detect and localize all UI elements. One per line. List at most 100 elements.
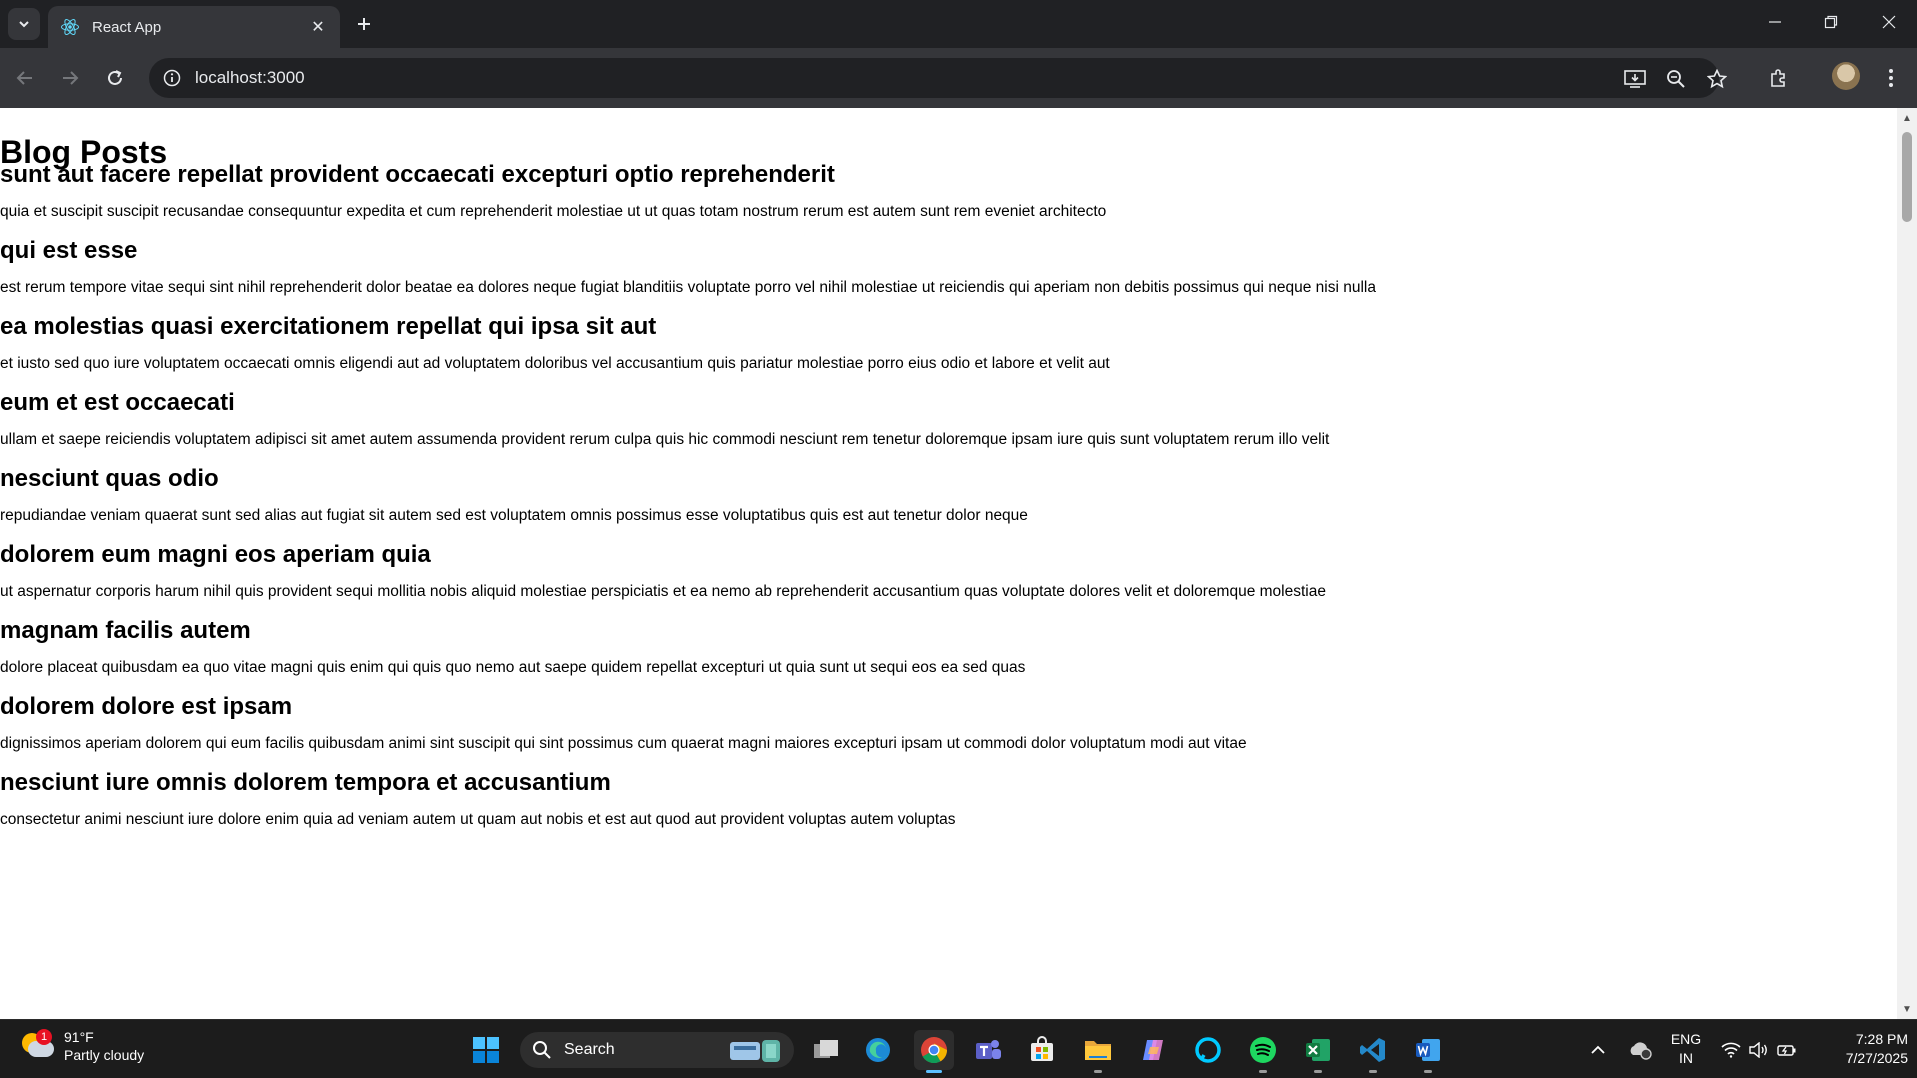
teams-icon xyxy=(976,1040,1001,1059)
zoom-icon[interactable] xyxy=(1664,67,1688,91)
close-icon xyxy=(1882,15,1896,29)
microsoft-store-icon xyxy=(1031,1036,1053,1061)
post-title: magnam facilis autem xyxy=(0,617,251,644)
taskbar-vscode[interactable] xyxy=(1353,1030,1393,1073)
weather-temperature: 91°F xyxy=(64,1029,94,1045)
taskbar-edge[interactable] xyxy=(858,1030,898,1070)
taskbar-excel[interactable] xyxy=(1298,1030,1338,1073)
start-button[interactable] xyxy=(466,1030,506,1070)
minimize-icon xyxy=(1769,21,1781,23)
taskbar-copilot[interactable] xyxy=(1133,1030,1173,1070)
clock-date: 7/27/2025 xyxy=(1845,1050,1908,1066)
reload-icon xyxy=(108,70,122,85)
tab-search-button[interactable] xyxy=(8,8,40,40)
taskbar-chrome[interactable] xyxy=(914,1030,954,1073)
post-title: dolorem dolore est ipsam xyxy=(0,693,293,720)
extensions-button[interactable] xyxy=(1763,62,1795,94)
language-code: ENG xyxy=(1670,1031,1702,1047)
scrollbar-thumb[interactable] xyxy=(1902,132,1912,222)
post-body: est rerum tempore vitae sequi sint nihil… xyxy=(0,279,1376,296)
cloud-sync-icon xyxy=(1630,1042,1652,1060)
post-body: quia et suscipit suscipit recusandae con… xyxy=(0,203,1107,220)
restore-icon xyxy=(1824,15,1838,29)
weather-condition: Partly cloudy xyxy=(64,1047,145,1063)
post-title: dolorem eum magni eos aperiam quia xyxy=(0,541,431,568)
wifi-icon xyxy=(1721,1042,1741,1058)
post-title: nesciunt iure omnis dolorem tempora et a… xyxy=(0,769,611,796)
install-app-icon[interactable] xyxy=(1623,67,1647,91)
clock-time: 7:28 PM xyxy=(1855,1031,1908,1047)
task-view-button[interactable] xyxy=(806,1030,846,1070)
tab-close-icon[interactable]: ✕ xyxy=(308,17,328,37)
excel-icon xyxy=(1306,1039,1330,1061)
more-vertical-icon xyxy=(1889,69,1893,87)
page-scrollbar[interactable]: ▲ ▼ xyxy=(1897,108,1917,1019)
close-window-button[interactable] xyxy=(1869,6,1909,38)
taskbar-file-explorer[interactable] xyxy=(1078,1030,1118,1073)
taskbar-teams[interactable] xyxy=(968,1030,1008,1070)
post-title: sunt aut facere repellat provident occae… xyxy=(0,161,835,188)
tab-title: React App xyxy=(92,18,162,36)
system-clock[interactable]: 7:28 PM 7/27/2025 xyxy=(1812,1030,1908,1068)
tab-strip: React App ✕ xyxy=(0,0,1917,48)
arrow-left-icon xyxy=(16,71,32,85)
weather-widget[interactable]: 1 91°F Partly cloudy xyxy=(20,1028,144,1064)
profile-avatar[interactable] xyxy=(1832,62,1860,90)
post-body: consectetur animi nesciunt iure dolore e… xyxy=(0,811,956,828)
browser-toolbar: localhost:3000 xyxy=(0,48,1917,108)
post-body: dignissimos aperiam dolorem qui eum faci… xyxy=(0,735,1247,752)
taskbar-alexa[interactable] xyxy=(1188,1030,1228,1070)
reload-button[interactable] xyxy=(99,62,131,94)
bookmark-star-icon[interactable] xyxy=(1705,67,1729,91)
search-label: Search xyxy=(564,1041,615,1058)
new-tab-button[interactable] xyxy=(350,10,378,38)
windows-taskbar: 1 91°F Partly cloudy Search ENG IN 7:28 … xyxy=(0,1019,1917,1078)
scroll-up-arrow-icon[interactable]: ▲ xyxy=(1901,112,1913,124)
show-hidden-icons-button[interactable] xyxy=(1578,1030,1618,1070)
weather-badge: 1 xyxy=(36,1029,52,1045)
post-title: nesciunt quas odio xyxy=(0,465,219,492)
battery-charging-icon xyxy=(1777,1045,1796,1056)
url-text[interactable]: localhost:3000 xyxy=(195,68,305,88)
vscode-icon xyxy=(1360,1038,1385,1062)
taskbar-spotify[interactable] xyxy=(1243,1030,1283,1073)
taskbar-word[interactable] xyxy=(1408,1030,1448,1073)
chrome-icon xyxy=(921,1037,948,1064)
folder-icon xyxy=(1085,1041,1111,1060)
language-region: IN xyxy=(1679,1050,1693,1066)
copilot-icon xyxy=(1143,1040,1163,1060)
back-button[interactable] xyxy=(9,62,41,94)
post-title: eum et est occaecati xyxy=(0,389,235,416)
word-icon xyxy=(1416,1039,1440,1061)
post-body: et iusto sed quo iure voluptatem occaeca… xyxy=(0,355,1110,372)
spotify-icon xyxy=(1250,1037,1276,1063)
chevron-up-icon xyxy=(1591,1045,1605,1054)
page-viewport: Blog Posts sunt aut facere repellat prov… xyxy=(0,108,1917,1019)
scroll-down-arrow-icon[interactable]: ▼ xyxy=(1901,1003,1913,1015)
browser-menu-button[interactable] xyxy=(1875,62,1907,94)
windows-logo-icon xyxy=(473,1037,499,1063)
quick-settings-button[interactable] xyxy=(1714,1030,1804,1070)
post-title: qui est esse xyxy=(0,237,138,264)
language-indicator[interactable]: ENG IN xyxy=(1670,1030,1702,1068)
edge-icon xyxy=(866,1038,890,1062)
restore-button[interactable] xyxy=(1811,6,1851,38)
react-logo-icon xyxy=(61,18,79,36)
plus-icon xyxy=(358,18,370,30)
minimize-button[interactable] xyxy=(1755,6,1795,38)
browser-tab[interactable]: React App ✕ xyxy=(48,6,340,48)
post-body: dolore placeat quibusdam ea quo vitae ma… xyxy=(0,659,1026,676)
post-body: ut aspernatur corporis harum nihil quis … xyxy=(0,583,1326,600)
site-info-icon[interactable] xyxy=(161,67,183,89)
onedrive-status[interactable] xyxy=(1620,1030,1660,1070)
address-bar[interactable]: localhost:3000 xyxy=(149,58,1727,98)
search-icon xyxy=(533,1041,551,1059)
volume-icon xyxy=(1749,1042,1767,1058)
task-view-icon xyxy=(814,1040,838,1058)
forward-button[interactable] xyxy=(54,62,86,94)
taskbar-search[interactable]: Search xyxy=(520,1032,794,1068)
arrow-right-icon xyxy=(63,71,79,85)
alexa-icon xyxy=(1195,1037,1221,1063)
search-highlight-icon xyxy=(730,1040,780,1062)
taskbar-store[interactable] xyxy=(1022,1030,1062,1070)
